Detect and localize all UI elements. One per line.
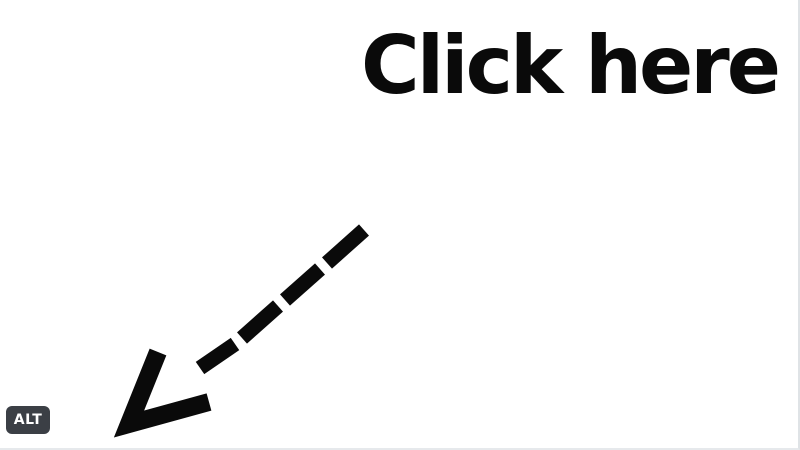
image-frame: Click here ALT [0,0,800,450]
dashed-arrow-down-left-icon [113,224,369,438]
alt-text-badge[interactable]: ALT [6,406,50,434]
